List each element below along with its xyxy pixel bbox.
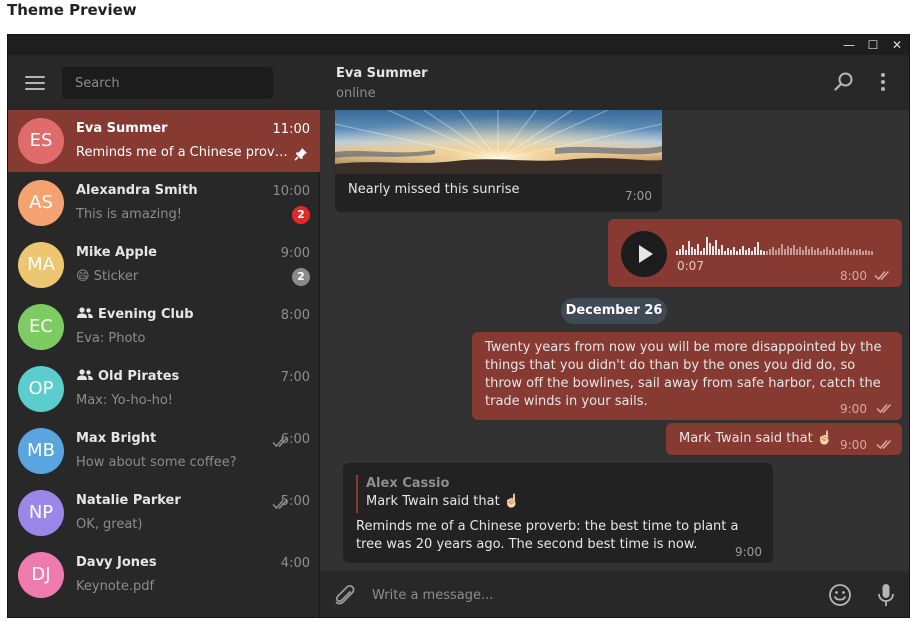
chat-name: Old Pirates: [76, 369, 179, 384]
chat-item-max-bright[interactable]: MB Max Bright 6:00 How about some coffee…: [8, 420, 320, 482]
unread-badge: 2: [292, 206, 310, 224]
group-icon: [77, 369, 93, 380]
chat-list: ES Eva Summer 11:00 Reminds me of a Chin…: [8, 110, 320, 606]
outgoing-message[interactable]: Twenty years from now you will be more d…: [472, 332, 902, 420]
chat-name: Alexandra Smith: [76, 183, 198, 198]
more-vertical-icon[interactable]: [880, 72, 886, 96]
avatar: DJ: [18, 552, 64, 598]
reply-quote: Mark Twain said that ☝🏻: [366, 494, 521, 509]
attach-icon[interactable]: [334, 584, 356, 612]
double-check-icon: [874, 269, 892, 287]
chat-panel: Eva Summer online Nearly missed this sun…: [320, 55, 909, 617]
unread-badge: 2: [292, 268, 310, 286]
mic-icon[interactable]: [877, 583, 895, 611]
play-icon[interactable]: [621, 231, 667, 277]
chat-item-natalie-parker[interactable]: NP Natalie Parker 5:00 OK, great): [8, 482, 320, 544]
voice-waveform[interactable]: [676, 235, 878, 255]
page-title: Theme Preview: [7, 1, 137, 19]
message-input[interactable]: [372, 581, 812, 609]
avatar: MA: [18, 242, 64, 288]
voice-duration: 0:07: [677, 259, 704, 273]
avatar: OP: [18, 366, 64, 412]
chat-name-text: Evening Club: [98, 307, 194, 322]
message-time: 9:00: [840, 402, 867, 416]
avatar: ES: [18, 118, 64, 164]
double-check-icon: [876, 438, 894, 456]
chat-name: Max Bright: [76, 431, 157, 446]
chat-item-eva-summer[interactable]: ES Eva Summer 11:00 Reminds me of a Chin…: [8, 110, 320, 172]
pin-icon: [294, 146, 308, 165]
window-titlebar: — ☐ ✕: [8, 35, 909, 55]
emoji-icon[interactable]: [828, 583, 852, 611]
chat-preview: Keynote.pdf: [76, 579, 155, 594]
chat-item-old-pirates[interactable]: OP Old Pirates 7:00 Max: Yo-ho-ho!: [8, 358, 320, 420]
sidebar: ES Eva Summer 11:00 Reminds me of a Chin…: [8, 55, 320, 617]
photo-message[interactable]: Nearly missed this sunrise 7:00: [335, 110, 662, 212]
date-separator: December 26: [561, 298, 667, 324]
avatar: NP: [18, 490, 64, 536]
message-time: 8:00: [840, 269, 867, 283]
avatar: MB: [18, 428, 64, 474]
double-check-icon: [876, 402, 894, 420]
avatar: AS: [18, 180, 64, 226]
chat-name: Davy Jones: [76, 555, 157, 570]
app-window: — ☐ ✕ ES Eva Summer 11:00 Reminds me of …: [7, 34, 910, 618]
close-button[interactable]: ✕: [888, 37, 906, 53]
chat-time: 10:00: [272, 184, 310, 199]
reply-author[interactable]: Alex Cassio: [366, 475, 449, 493]
message-time: 9:00: [840, 438, 867, 452]
chat-time: 9:00: [280, 246, 310, 261]
voice-message[interactable]: 0:07 8:00: [608, 219, 902, 287]
message-text: Twenty years from now you will be more d…: [485, 340, 882, 409]
incoming-reply-message[interactable]: Alex Cassio Mark Twain said that ☝🏻 Remi…: [343, 463, 773, 563]
reply-bar: [356, 475, 358, 513]
chat-name: Eva Summer: [76, 121, 168, 136]
chat-header: Eva Summer online: [320, 55, 909, 110]
chat-name: Mike Apple: [76, 245, 157, 260]
chat-preview: OK, great): [76, 517, 143, 532]
chat-time: 11:00: [272, 122, 310, 137]
chat-time: 6:00: [280, 432, 310, 447]
message-time: 7:00: [625, 189, 652, 203]
chat-name: Natalie Parker: [76, 493, 181, 508]
chat-preview: This is amazing!: [76, 207, 182, 222]
sticker-emoji: 😄: [76, 269, 90, 284]
sunrise-photo[interactable]: [335, 110, 662, 174]
message-text: Reminds me of a Chinese proverb: the bes…: [356, 519, 739, 552]
chat-preview: Max: Yo-ho-ho!: [76, 393, 174, 408]
chat-item-evening-club[interactable]: EC Evening Club 8:00 Eva: Photo: [8, 296, 320, 358]
chat-time: 5:00: [280, 494, 310, 509]
chat-preview: How about some coffee?: [76, 455, 237, 470]
chat-preview-text: Sticker: [93, 269, 139, 284]
chat-item-mike-apple[interactable]: MA Mike Apple 9:00 😄 Sticker 2: [8, 234, 320, 296]
message-time: 9:00: [735, 545, 762, 559]
message-text: Mark Twain said that ☝🏻: [679, 431, 834, 446]
photo-caption: Nearly missed this sunrise: [348, 182, 520, 197]
chat-preview: Reminds me of a Chinese proverb: the bes…: [76, 145, 288, 160]
search-icon[interactable]: [834, 72, 854, 96]
peer-name[interactable]: Eva Summer: [336, 66, 428, 81]
search-input[interactable]: [62, 67, 273, 99]
outgoing-message[interactable]: Mark Twain said that ☝🏻 9:00: [666, 423, 902, 455]
minimize-button[interactable]: —: [840, 37, 858, 53]
chat-preview: Eva: Photo: [76, 331, 146, 346]
avatar: EC: [18, 304, 64, 350]
chat-item-davy-jones[interactable]: DJ Davy Jones 4:00 Keynote.pdf: [8, 544, 320, 606]
chat-time: 7:00: [280, 370, 310, 385]
sidebar-header: [8, 55, 320, 110]
menu-icon[interactable]: [25, 76, 45, 90]
message-list: Nearly missed this sunrise 7:00 0:07 8:0…: [320, 110, 909, 571]
chat-preview: 😄 Sticker: [76, 269, 286, 284]
chat-name-text: Old Pirates: [98, 369, 180, 384]
message-composer: [320, 571, 909, 617]
chat-item-alexandra-smith[interactable]: AS Alexandra Smith 10:00 This is amazing…: [8, 172, 320, 234]
chat-name: Evening Club: [76, 307, 194, 322]
peer-status: online: [336, 86, 376, 101]
maximize-button[interactable]: ☐: [864, 37, 882, 53]
group-icon: [77, 307, 93, 318]
chat-time: 4:00: [280, 556, 310, 571]
chat-time: 8:00: [280, 308, 310, 323]
